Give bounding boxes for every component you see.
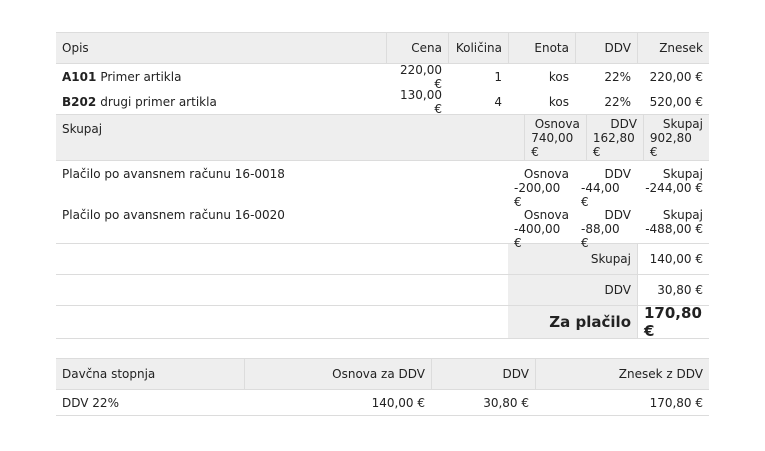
vat-ddv: 30,80 € [483, 395, 529, 410]
advance-ddv-label: DDV [604, 167, 631, 181]
totals-za-placilo-row: Za plačilo 170,80 € [56, 304, 709, 340]
advance-osnova: Osnova -200,00 € [508, 161, 575, 209]
item-znesek: 220,00 € [649, 69, 703, 84]
totals-ddv-row: DDV 30,80 € [56, 275, 709, 306]
advance-payments: Plačilo po avansnem računu 16-0018 Osnov… [56, 161, 709, 250]
advance-label: Plačilo po avansnem računu 16-0020 [62, 208, 285, 222]
advance-label: Plačilo po avansnem računu 16-0018 [62, 167, 285, 181]
header-znesek: Znesek [637, 33, 709, 63]
header-ddv: DDV [575, 33, 637, 63]
advance-skupaj: Skupaj -244,00 € [637, 161, 709, 202]
header-cena: Cena [386, 33, 448, 63]
item-enota: kos [548, 94, 569, 109]
subtotal-skupaj: Skupaj 902,80 € [642, 115, 709, 160]
subtotal-skupaj-label: Skupaj [662, 116, 703, 131]
advance-ddv-label: DDV [604, 208, 631, 222]
item-description: B202 drugi primer artikla [56, 95, 386, 109]
vat-header-row: Davčna stopnja Osnova za DDV DDV Znesek … [56, 358, 709, 390]
vat-row: DDV 22% 140,00 € 30,80 € 170,80 € [56, 390, 709, 416]
vat-header-znesek: Znesek z DDV [535, 359, 709, 389]
subtotal-osnova: Osnova 740,00 € [524, 115, 586, 160]
totals-za-placilo-label: Za plačilo [508, 306, 637, 338]
item-name: drugi primer artikla [100, 94, 217, 109]
subtotal-osnova-value: 740,00 € [531, 130, 574, 159]
totals-ddv-value: 30,80 € [637, 275, 709, 305]
vat-header-osnova: Osnova za DDV [244, 359, 431, 389]
item-row: A101 Primer artikla 220,00 € 1 kos 22% 22… [56, 62, 709, 91]
header-enota: Enota [508, 33, 575, 63]
vat-table: Davčna stopnja Osnova za DDV DDV Znesek … [56, 358, 709, 416]
subtotal-ddv: DDV 162,80 € [585, 115, 643, 160]
item-row: B202 drugi primer artikla 130,00 € 4 kos … [56, 87, 709, 116]
advance-row: Plačilo po avansnem računu 16-0020 Osnov… [56, 202, 709, 250]
subtotal-label: Skupaj [62, 122, 103, 136]
advance-ddv: DDV -88,00 € [575, 202, 637, 250]
subtotal-skupaj-value: 902,80 € [649, 130, 692, 159]
advance-skupaj: Skupaj -488,00 € [637, 202, 709, 243]
advance-ddv-value: -88,00 € [581, 222, 620, 250]
vat-header-ddv: DDV [431, 359, 535, 389]
item-ddv: 22% [604, 94, 631, 109]
vat-header-stopnja: Davčna stopnja [62, 367, 156, 381]
advance-skupaj-value: -244,00 € [645, 181, 703, 195]
item-kolicina: 4 [494, 94, 502, 109]
totals-skupaj-value: 140,00 € [637, 244, 709, 274]
item-code: B202 [62, 94, 97, 109]
vat-znesek: 170,80 € [649, 395, 703, 410]
advance-osnova-value: -400,00 € [514, 222, 561, 250]
vat-stopnja: DDV 22% [62, 395, 119, 410]
invoice-header-row: Opis Cena Količina Enota DDV Znesek [56, 32, 709, 64]
totals-za-placilo-value: 170,80 € [637, 304, 709, 340]
totals-ddv-label: DDV [508, 275, 637, 305]
subtotal-osnova-label: Osnova [534, 116, 580, 131]
item-name: Primer artikla [100, 69, 182, 84]
item-znesek: 520,00 € [649, 94, 703, 109]
advance-skupaj-label: Skupaj [662, 208, 703, 222]
item-ddv: 22% [604, 69, 631, 84]
item-enota: kos [548, 69, 569, 84]
advance-osnova: Osnova -400,00 € [508, 202, 575, 250]
vat-osnova: 140,00 € [371, 395, 425, 410]
invoice-table: Opis Cena Količina Enota DDV Znesek A101… [56, 32, 709, 340]
advance-row: Plačilo po avansnem računu 16-0018 Osnov… [56, 161, 709, 209]
item-code: A101 [62, 69, 97, 84]
item-description: A101 Primer artikla [56, 70, 386, 84]
item-kolicina: 1 [494, 69, 502, 84]
subtotal-row: Skupaj Osnova 740,00 € DDV 162,80 € Skup… [56, 114, 709, 161]
advance-osnova-label: Osnova [523, 167, 569, 181]
advance-ddv: DDV -44,00 € [575, 161, 637, 209]
item-cena: 220,00 € [400, 62, 442, 91]
subtotal-ddv-label: DDV [610, 116, 637, 131]
header-opis: Opis [62, 41, 89, 55]
advance-skupaj-value: -488,00 € [645, 222, 703, 236]
advance-osnova-label: Osnova [523, 208, 569, 222]
header-kolicina: Količina [448, 33, 508, 63]
subtotal-ddv-value: 162,80 € [592, 130, 635, 159]
advance-skupaj-label: Skupaj [662, 167, 703, 181]
item-cena: 130,00 € [400, 87, 442, 116]
